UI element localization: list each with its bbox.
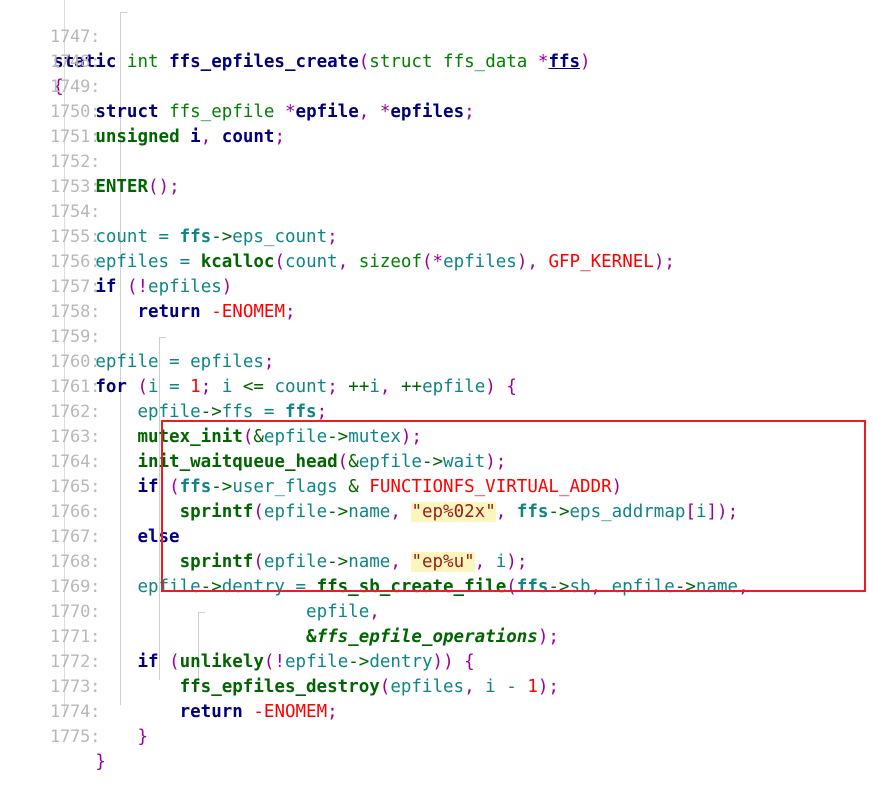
code-line[interactable]: 1749: struct ffs_epfile *epfile, *epfile… <box>0 50 873 122</box>
code-line[interactable]: 1754: count = ffs->eps_count; <box>0 175 873 247</box>
code-line[interactable]: 1751: <box>0 100 873 147</box>
code-line[interactable]: 1762: mutex_init(&epfile->mutex); <box>0 375 873 447</box>
line-content: } <box>42 750 106 775</box>
code-line[interactable]: 1758: <box>0 275 873 322</box>
code-line[interactable]: 1748: { <box>0 25 873 97</box>
code-line[interactable]: 1760: for (i = 1; i <= count; ++i, ++epf… <box>0 325 873 397</box>
code-line[interactable]: 1757: return -ENOMEM; <box>0 250 873 322</box>
code-line[interactable]: 1752: ENTER(); <box>0 125 873 197</box>
code-line[interactable]: 1747: static int ffs_epfiles_create(stru… <box>0 0 873 72</box>
code-line[interactable]: 1759: epfile = epfiles; <box>0 300 873 372</box>
code-line[interactable]: 1769: epfile, <box>0 550 873 622</box>
code-line[interactable]: 1773: return -ENOMEM; <box>0 650 873 722</box>
token-brace: } <box>137 727 148 747</box>
code-line[interactable]: 1766: else <box>0 475 873 547</box>
code-line[interactable]: 1763: init_waitqueue_head(&epfile->wait)… <box>0 400 873 472</box>
code-line[interactable]: 1761: epfile->ffs = ffs; <box>0 350 873 422</box>
line-number: 1775: <box>49 727 101 747</box>
code-line[interactable]: 1753: <box>0 150 873 197</box>
code-line[interactable]: 1774: } <box>0 675 873 747</box>
code-line[interactable]: 1768: epfile->dentry = ffs_sb_create_fil… <box>0 525 873 597</box>
code-line[interactable]: 1765: sprintf(epfile->name, "ep%02x", ff… <box>0 450 873 522</box>
code-line[interactable]: 1770: &ffs_epfile_operations); <box>0 575 873 647</box>
code-line[interactable]: 1772: ffs_epfiles_destroy(epfiles, i - 1… <box>0 625 873 697</box>
code-line[interactable]: 1771: if (unlikely(!epfile->dentry)) { <box>0 600 873 672</box>
token-brace: } <box>95 752 106 772</box>
code-line[interactable]: 1767: sprintf(epfile->name, "ep%u", i); <box>0 500 873 572</box>
code-line[interactable]: 1755: epfiles = kcalloc(count, sizeof(*e… <box>0 200 873 272</box>
code-line[interactable]: 1764: if (ffs->user_flags & FUNCTIONFS_V… <box>0 425 873 497</box>
code-line[interactable]: 1750: unsigned i, count; <box>0 75 873 147</box>
source-code-viewer[interactable]: 1747: static int ffs_epfiles_create(stru… <box>0 0 873 772</box>
code-line[interactable]: 1775: } <box>0 700 873 772</box>
code-line[interactable]: 1756: if (!epfiles) <box>0 225 873 297</box>
